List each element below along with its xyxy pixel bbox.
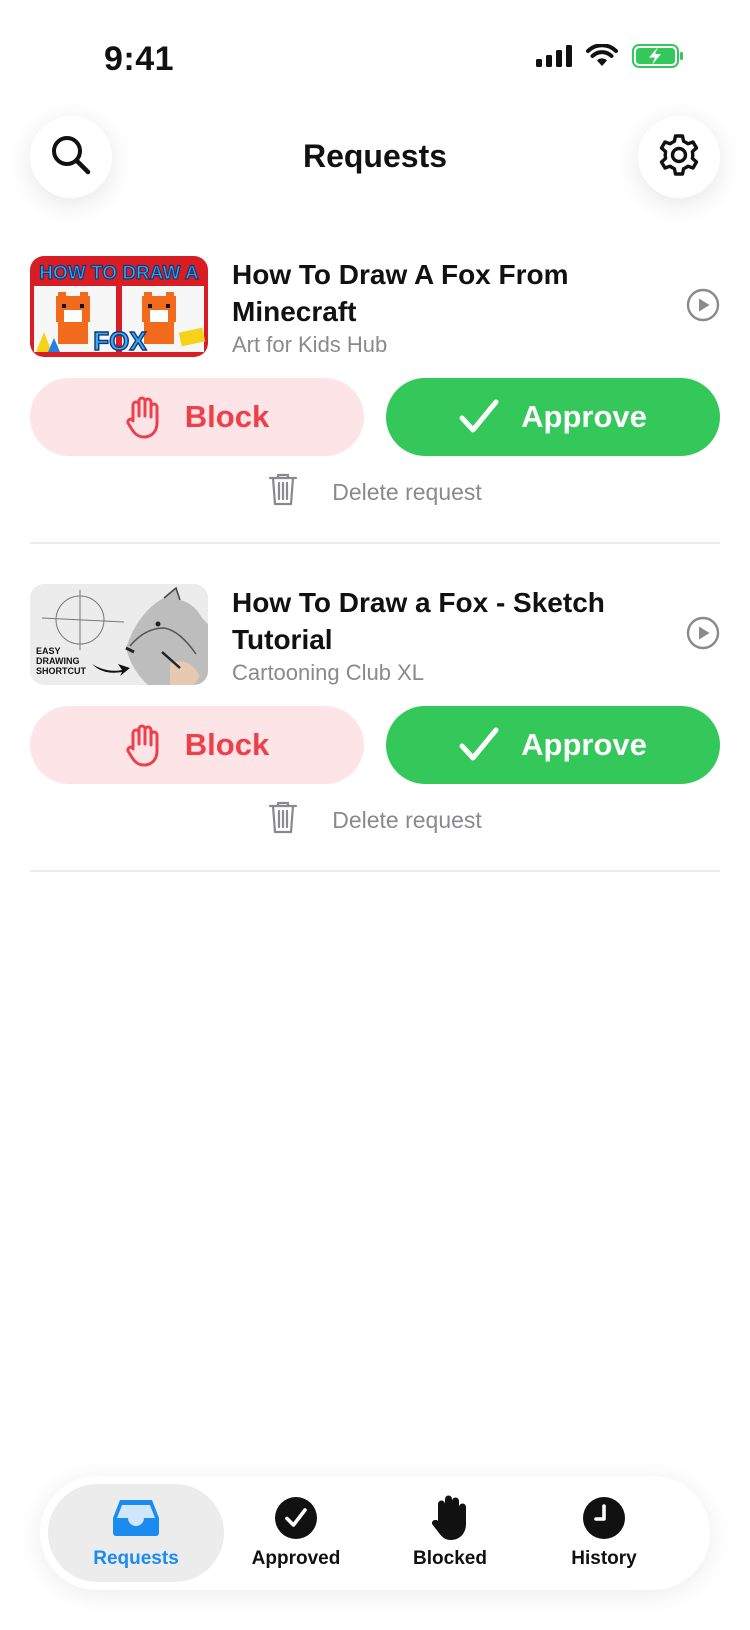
checkmark-icon — [459, 727, 499, 763]
trash-icon — [268, 800, 298, 840]
delete-request-label: Delete request — [332, 806, 482, 833]
thumbnail-fox-text: FOX — [93, 326, 147, 356]
request-actions: Block Approve — [30, 706, 720, 784]
gear-icon — [657, 133, 701, 182]
block-label: Block — [184, 399, 270, 434]
video-channel: Art for Kids Hub — [232, 332, 388, 357]
video-thumbnail[interactable]: EASY DRAWING SHORTCUT — [30, 584, 208, 685]
video-thumbnail[interactable]: HOW TO DRAW A FOX — [30, 256, 208, 357]
approve-button[interactable]: Approve — [386, 378, 720, 456]
tab-label: History — [571, 1548, 637, 1569]
tab-bar: Requests Approved Blocked History — [40, 1476, 710, 1590]
thumbnail-text-line3: SHORTCUT — [36, 666, 86, 676]
battery-charging-icon — [632, 44, 684, 68]
status-time: 9:41 — [104, 40, 175, 78]
approve-label: Approve — [521, 727, 647, 762]
request-card: EASY DRAWING SHORTCUT How To Draw a Fox … — [30, 584, 720, 912]
approve-label: Approve — [521, 399, 647, 434]
thumbnail-text-line2: DRAWING — [36, 656, 80, 666]
hand-raised-icon — [125, 723, 163, 767]
request-list: HOW TO DRAW A FOX How To Draw A Fox From… — [30, 256, 720, 912]
video-row[interactable]: EASY DRAWING SHORTCUT How To Draw a Fox … — [30, 584, 720, 686]
hand-raised-icon — [125, 395, 163, 439]
block-button[interactable]: Block — [30, 378, 364, 456]
tab-history[interactable]: History — [516, 1484, 692, 1582]
inbox-tray-icon — [111, 1496, 161, 1540]
tab-label: Blocked — [413, 1548, 487, 1569]
status-bar: 9:41 — [0, 0, 750, 120]
approve-button[interactable]: Approve — [386, 706, 720, 784]
checkmark-circle-icon — [274, 1496, 318, 1540]
video-title: How To Draw a Fox - Sketch Tutorial — [232, 587, 605, 655]
play-circle-icon[interactable] — [686, 616, 720, 655]
cellular-signal-icon — [536, 45, 572, 67]
trash-icon — [268, 472, 298, 512]
clock-icon — [582, 1496, 626, 1540]
block-label: Block — [184, 727, 270, 762]
video-title: How To Draw A Fox From Minecraft — [232, 259, 569, 327]
divider — [30, 870, 720, 872]
header: Requests — [0, 112, 750, 202]
delete-request-label: Delete request — [332, 478, 482, 505]
tab-label: Requests — [93, 1548, 179, 1569]
tab-blocked[interactable]: Blocked — [362, 1484, 538, 1582]
settings-button[interactable] — [638, 116, 720, 198]
tab-label: Approved — [251, 1548, 341, 1569]
divider — [30, 542, 720, 544]
video-channel: Cartooning Club XL — [232, 660, 425, 685]
thumbnail-text-line1: EASY — [36, 646, 61, 656]
block-button[interactable]: Block — [30, 706, 364, 784]
request-card: HOW TO DRAW A FOX How To Draw A Fox From… — [30, 256, 720, 584]
thumbnail-title-text: HOW TO DRAW A — [39, 263, 199, 284]
status-icons — [536, 44, 684, 68]
delete-request-button[interactable]: Delete request — [30, 798, 720, 842]
tab-approved[interactable]: Approved — [208, 1484, 384, 1582]
play-circle-icon[interactable] — [686, 288, 720, 327]
delete-request-button[interactable]: Delete request — [30, 470, 720, 514]
video-row[interactable]: HOW TO DRAW A FOX How To Draw A Fox From… — [30, 256, 720, 358]
wifi-icon — [586, 44, 618, 68]
tab-requests[interactable]: Requests — [48, 1484, 224, 1582]
hand-raised-icon — [430, 1495, 470, 1540]
checkmark-icon — [459, 399, 499, 435]
request-actions: Block Approve — [30, 378, 720, 456]
